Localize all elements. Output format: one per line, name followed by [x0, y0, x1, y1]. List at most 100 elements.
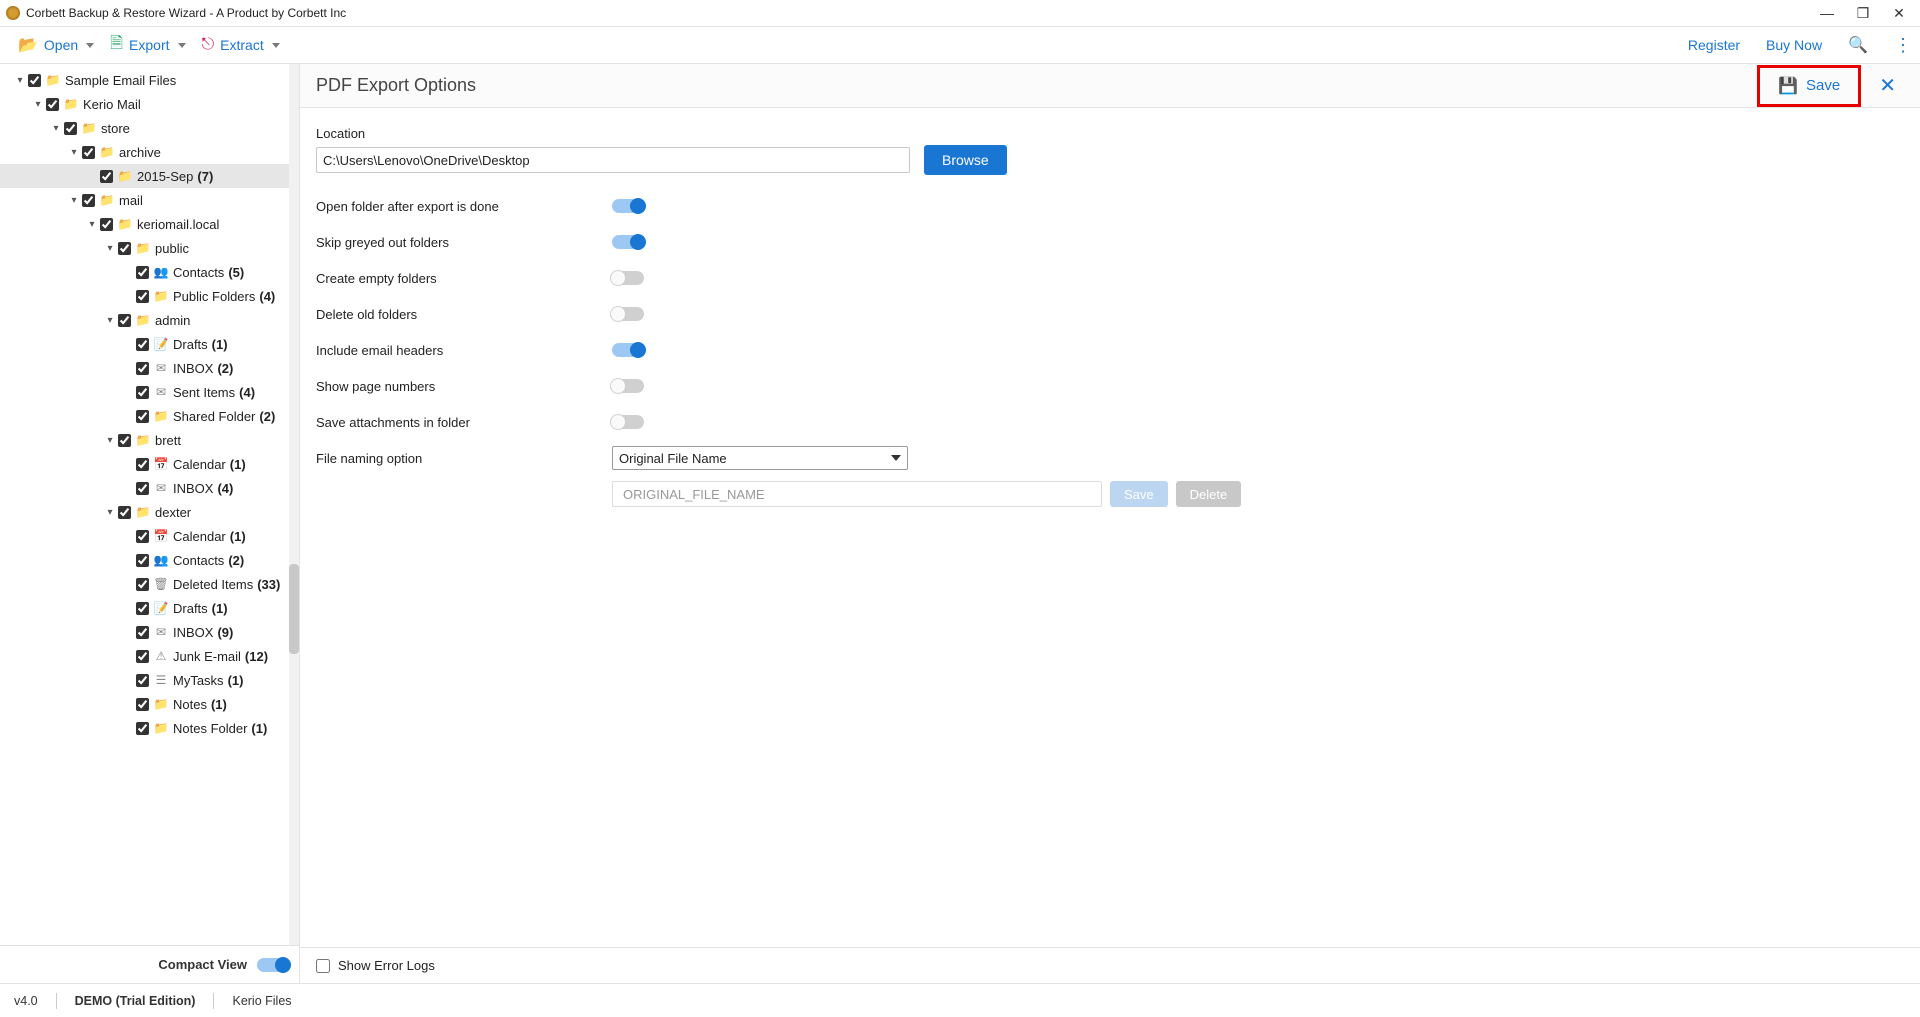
tree-checkbox[interactable]	[136, 290, 149, 303]
tree-row[interactable]: ▸✉Sent Items (4)	[0, 380, 299, 404]
tree-row[interactable]: ▸📅Calendar (1)	[0, 452, 299, 476]
expander-icon[interactable]: ▾	[68, 195, 80, 206]
tree-row[interactable]: ▾📁mail	[0, 188, 299, 212]
tree-checkbox[interactable]	[136, 266, 149, 279]
tree-row[interactable]: ▸✉INBOX (9)	[0, 620, 299, 644]
tree-row[interactable]: ▾📁Kerio Mail	[0, 92, 299, 116]
expander-icon[interactable]: ▾	[86, 219, 98, 230]
tree-row[interactable]: ▾📁dexter	[0, 500, 299, 524]
tree-label: INBOX	[173, 361, 213, 376]
extract-button[interactable]: ⎋ Extract	[194, 32, 288, 58]
tree-row[interactable]: ▸📅Calendar (1)	[0, 524, 299, 548]
tree-checkbox[interactable]	[136, 674, 149, 687]
tree-checkbox[interactable]	[136, 578, 149, 591]
tree-checkbox[interactable]	[136, 458, 149, 471]
tree-row[interactable]: ▸✉INBOX (4)	[0, 476, 299, 500]
option-toggle[interactable]	[612, 307, 644, 321]
tree-checkbox[interactable]	[136, 482, 149, 495]
tree-row[interactable]: ▸☰MyTasks (1)	[0, 668, 299, 692]
tree-checkbox[interactable]	[136, 650, 149, 663]
save-button[interactable]: 💾 Save	[1762, 70, 1856, 102]
export-button[interactable]: 🗎 Export	[102, 28, 193, 63]
tree-row[interactable]: ▸👥Contacts (2)	[0, 548, 299, 572]
tree-row[interactable]: ▸📝Drafts (1)	[0, 332, 299, 356]
scrollbar-track[interactable]	[289, 64, 299, 945]
tree-checkbox[interactable]	[118, 242, 131, 255]
naming-preview-input[interactable]	[612, 481, 1102, 507]
maximize-button[interactable]: ❐	[1854, 5, 1872, 22]
tree-row[interactable]: ▾📁public	[0, 236, 299, 260]
tree-checkbox[interactable]	[136, 626, 149, 639]
tree-checkbox[interactable]	[136, 386, 149, 399]
tree-row[interactable]: ▸📁2015-Sep (7)	[0, 164, 299, 188]
option-toggle[interactable]	[612, 379, 644, 393]
search-icon[interactable]: 🔍	[1848, 35, 1868, 55]
expander-icon[interactable]: ▾	[32, 99, 44, 110]
expander-icon[interactable]: ▾	[68, 147, 80, 158]
buy-now-link[interactable]: Buy Now	[1766, 37, 1822, 53]
tree-row[interactable]: ▸📁Notes (1)	[0, 692, 299, 716]
tree-row[interactable]: ▾📁keriomail.local	[0, 212, 299, 236]
option-toggle[interactable]	[612, 343, 644, 357]
tree-row[interactable]: ▾📁store	[0, 116, 299, 140]
tree-row[interactable]: ▸⚠Junk E-mail (12)	[0, 644, 299, 668]
compact-view-toggle[interactable]	[257, 958, 289, 972]
tree-row[interactable]: ▸📁Shared Folder (2)	[0, 404, 299, 428]
tree-row[interactable]: ▸🗑Deleted Items (33)	[0, 572, 299, 596]
close-window-button[interactable]: ✕	[1890, 5, 1908, 22]
tree-label: Calendar	[173, 457, 226, 472]
expander-icon[interactable]: ▾	[104, 435, 116, 446]
expander-icon[interactable]: ▾	[14, 75, 26, 86]
tree-checkbox[interactable]	[118, 314, 131, 327]
tree-checkbox[interactable]	[118, 506, 131, 519]
minimize-button[interactable]: —	[1818, 5, 1836, 22]
tree-checkbox[interactable]	[64, 122, 77, 135]
tree-row[interactable]: ▾📁Sample Email Files	[0, 68, 299, 92]
tree-row[interactable]: ▸📝Drafts (1)	[0, 596, 299, 620]
tree-checkbox[interactable]	[136, 722, 149, 735]
tree-row[interactable]: ▾📁archive	[0, 140, 299, 164]
option-toggle[interactable]	[612, 199, 644, 213]
tree-count: (4)	[239, 385, 255, 400]
tree-checkbox[interactable]	[136, 338, 149, 351]
register-link[interactable]: Register	[1688, 37, 1740, 53]
close-panel-button[interactable]: ✕	[1871, 69, 1904, 102]
tree-checkbox[interactable]	[136, 530, 149, 543]
tree-checkbox[interactable]	[100, 218, 113, 231]
option-toggle[interactable]	[612, 235, 644, 249]
tree-row[interactable]: ▾📁brett	[0, 428, 299, 452]
more-menu-icon[interactable]: ⋮	[1894, 35, 1910, 56]
tree-row[interactable]: ▸📁Notes Folder (1)	[0, 716, 299, 740]
folder-tree[interactable]: ▾📁Sample Email Files▾📁Kerio Mail▾📁store▾…	[0, 64, 299, 945]
open-button[interactable]: 📂 Open	[10, 31, 102, 59]
tree-checkbox[interactable]	[136, 698, 149, 711]
browse-button[interactable]: Browse	[924, 145, 1007, 175]
folder-type-icon: 📝	[153, 337, 169, 351]
show-error-logs-checkbox[interactable]	[316, 959, 330, 973]
expander-icon[interactable]: ▾	[104, 243, 116, 254]
option-toggle[interactable]	[612, 415, 644, 429]
tree-row[interactable]: ▸👥Contacts (5)	[0, 260, 299, 284]
tree-checkbox[interactable]	[82, 146, 95, 159]
tree-checkbox[interactable]	[136, 362, 149, 375]
location-input[interactable]	[316, 147, 910, 173]
expander-icon[interactable]: ▾	[50, 123, 62, 134]
naming-save-button[interactable]: Save	[1110, 481, 1168, 507]
tree-checkbox[interactable]	[136, 410, 149, 423]
scrollbar-thumb[interactable]	[289, 564, 299, 654]
expander-icon[interactable]: ▾	[104, 507, 116, 518]
tree-row[interactable]: ▸📁Public Folders (4)	[0, 284, 299, 308]
tree-checkbox[interactable]	[118, 434, 131, 447]
tree-checkbox[interactable]	[28, 74, 41, 87]
tree-checkbox[interactable]	[82, 194, 95, 207]
option-toggle[interactable]	[612, 271, 644, 285]
tree-checkbox[interactable]	[136, 554, 149, 567]
tree-checkbox[interactable]	[46, 98, 59, 111]
expander-icon[interactable]: ▾	[104, 315, 116, 326]
tree-row[interactable]: ▾📁admin	[0, 308, 299, 332]
naming-select[interactable]: Original File Name	[612, 446, 908, 470]
tree-checkbox[interactable]	[100, 170, 113, 183]
tree-row[interactable]: ▸✉INBOX (2)	[0, 356, 299, 380]
tree-checkbox[interactable]	[136, 602, 149, 615]
naming-delete-button[interactable]: Delete	[1176, 481, 1242, 507]
